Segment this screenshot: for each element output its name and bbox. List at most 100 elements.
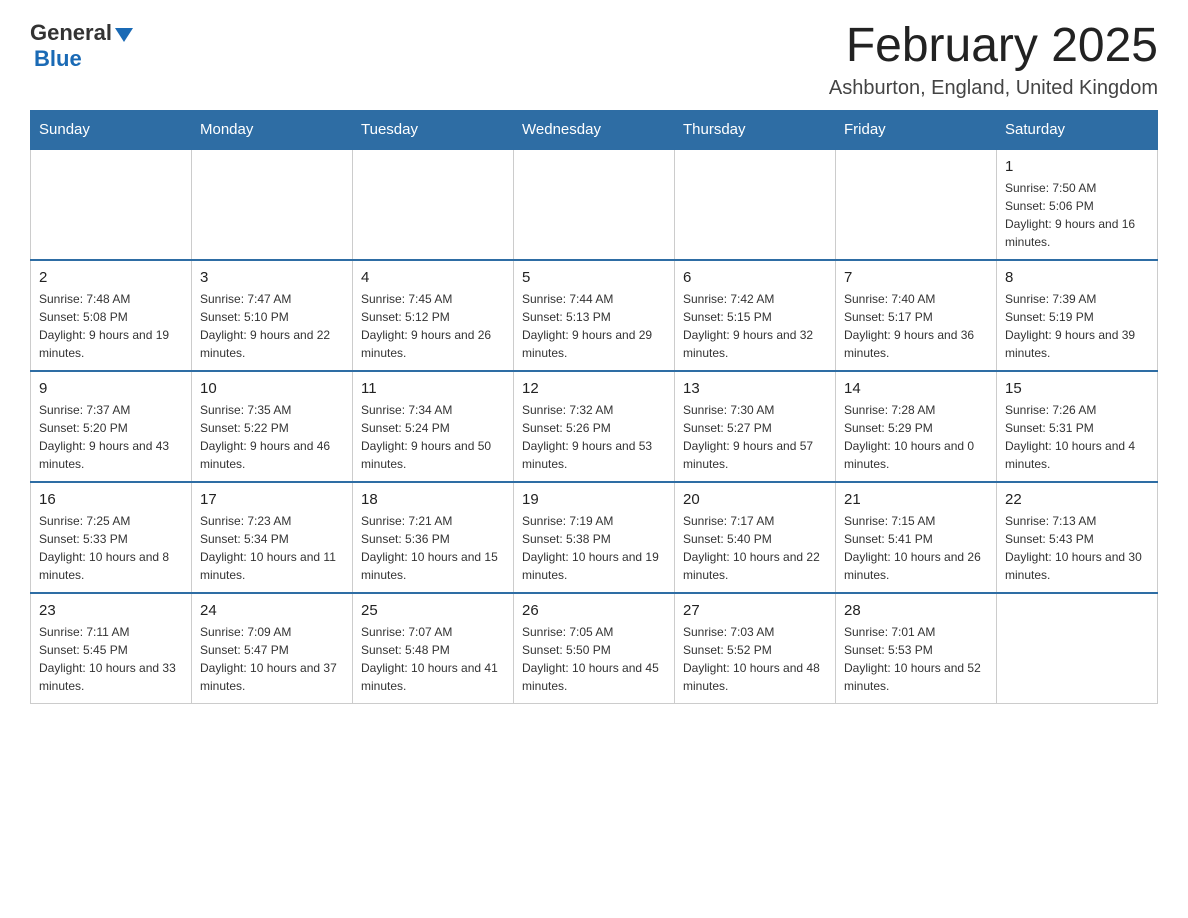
calendar-day-cell: 21 Sunrise: 7:15 AMSunset: 5:41 PMDayligh…	[836, 482, 997, 593]
day-info: Sunrise: 7:13 AMSunset: 5:43 PMDaylight:…	[1005, 512, 1149, 584]
day-number: 14	[844, 380, 988, 397]
month-title: February 2025	[829, 20, 1158, 73]
calendar-day-cell	[353, 149, 514, 260]
calendar-day-header: Monday	[192, 110, 353, 149]
day-number: 28	[844, 602, 988, 619]
calendar-day-header: Wednesday	[514, 110, 675, 149]
day-info: Sunrise: 7:11 AMSunset: 5:45 PMDaylight:…	[39, 623, 183, 695]
day-info: Sunrise: 7:25 AMSunset: 5:33 PMDaylight:…	[39, 512, 183, 584]
day-number: 12	[522, 380, 666, 397]
day-info: Sunrise: 7:50 AMSunset: 5:06 PMDaylight:…	[1005, 179, 1149, 251]
day-number: 5	[522, 269, 666, 286]
calendar-day-cell	[192, 149, 353, 260]
day-info: Sunrise: 7:15 AMSunset: 5:41 PMDaylight:…	[844, 512, 988, 584]
calendar-day-cell: 1 Sunrise: 7:50 AMSunset: 5:06 PMDaylight…	[997, 149, 1158, 260]
calendar-day-cell: 9 Sunrise: 7:37 AMSunset: 5:20 PMDaylight…	[31, 371, 192, 482]
day-info: Sunrise: 7:05 AMSunset: 5:50 PMDaylight:…	[522, 623, 666, 695]
day-number: 8	[1005, 269, 1149, 286]
day-number: 16	[39, 491, 183, 508]
day-number: 17	[200, 491, 344, 508]
day-info: Sunrise: 7:34 AMSunset: 5:24 PMDaylight:…	[361, 401, 505, 473]
location-text: Ashburton, England, United Kingdom	[829, 77, 1158, 100]
day-number: 11	[361, 380, 505, 397]
day-number: 25	[361, 602, 505, 619]
day-info: Sunrise: 7:37 AMSunset: 5:20 PMDaylight:…	[39, 401, 183, 473]
calendar-day-cell: 24Sunrise: 7:09 AMSunset: 5:47 PMDayligh…	[192, 593, 353, 704]
day-info: Sunrise: 7:39 AMSunset: 5:19 PMDaylight:…	[1005, 290, 1149, 362]
day-number: 15	[1005, 380, 1149, 397]
calendar-day-cell	[31, 149, 192, 260]
calendar-day-cell: 4Sunrise: 7:45 AMSunset: 5:12 PMDaylight…	[353, 260, 514, 371]
calendar-day-cell: 20 Sunrise: 7:17 AMSunset: 5:40 PMDayligh…	[675, 482, 836, 593]
calendar-day-cell: 18 Sunrise: 7:21 AMSunset: 5:36 PMDayligh…	[353, 482, 514, 593]
day-number: 10	[200, 380, 344, 397]
day-number: 26	[522, 602, 666, 619]
day-info: Sunrise: 7:23 AMSunset: 5:34 PMDaylight:…	[200, 512, 344, 584]
day-info: Sunrise: 7:48 AMSunset: 5:08 PMDaylight:…	[39, 290, 183, 362]
calendar-day-cell: 11 Sunrise: 7:34 AMSunset: 5:24 PMDayligh…	[353, 371, 514, 482]
calendar-day-cell: 2 Sunrise: 7:48 AMSunset: 5:08 PMDaylight…	[31, 260, 192, 371]
day-info: Sunrise: 7:01 AMSunset: 5:53 PMDaylight:…	[844, 623, 988, 695]
day-number: 19	[522, 491, 666, 508]
calendar-day-cell: 15Sunrise: 7:26 AMSunset: 5:31 PMDayligh…	[997, 371, 1158, 482]
logo-blue-text: Blue	[34, 46, 82, 72]
calendar-day-cell: 5Sunrise: 7:44 AMSunset: 5:13 PMDaylight…	[514, 260, 675, 371]
day-number: 27	[683, 602, 827, 619]
calendar-day-cell: 13Sunrise: 7:30 AMSunset: 5:27 PMDayligh…	[675, 371, 836, 482]
calendar-day-cell: 22 Sunrise: 7:13 AMSunset: 5:43 PMDayligh…	[997, 482, 1158, 593]
day-info: Sunrise: 7:07 AMSunset: 5:48 PMDaylight:…	[361, 623, 505, 695]
day-number: 20	[683, 491, 827, 508]
calendar-day-cell: 3 Sunrise: 7:47 AMSunset: 5:10 PMDaylight…	[192, 260, 353, 371]
calendar-day-cell: 25 Sunrise: 7:07 AMSunset: 5:48 PMDayligh…	[353, 593, 514, 704]
day-number: 23	[39, 602, 183, 619]
calendar-week-row: 9 Sunrise: 7:37 AMSunset: 5:20 PMDaylight…	[31, 371, 1158, 482]
calendar-day-cell: 23 Sunrise: 7:11 AMSunset: 5:45 PMDayligh…	[31, 593, 192, 704]
calendar-day-header: Thursday	[675, 110, 836, 149]
calendar-week-row: 23 Sunrise: 7:11 AMSunset: 5:45 PMDayligh…	[31, 593, 1158, 704]
day-info: Sunrise: 7:32 AMSunset: 5:26 PMDaylight:…	[522, 401, 666, 473]
calendar-day-cell	[514, 149, 675, 260]
day-number: 18	[361, 491, 505, 508]
day-number: 1	[1005, 158, 1149, 175]
day-info: Sunrise: 7:45 AMSunset: 5:12 PMDaylight:…	[361, 290, 505, 362]
day-info: Sunrise: 7:17 AMSunset: 5:40 PMDaylight:…	[683, 512, 827, 584]
day-number: 21	[844, 491, 988, 508]
calendar-header-row: SundayMondayTuesdayWednesdayThursdayFrid…	[31, 110, 1158, 149]
calendar-day-header: Sunday	[31, 110, 192, 149]
calendar-day-cell: 17 Sunrise: 7:23 AMSunset: 5:34 PMDayligh…	[192, 482, 353, 593]
day-info: Sunrise: 7:19 AMSunset: 5:38 PMDaylight:…	[522, 512, 666, 584]
calendar-week-row: 16 Sunrise: 7:25 AMSunset: 5:33 PMDayligh…	[31, 482, 1158, 593]
day-number: 2	[39, 269, 183, 286]
logo-general-text: General	[30, 20, 112, 46]
calendar-day-cell: 12 Sunrise: 7:32 AMSunset: 5:26 PMDayligh…	[514, 371, 675, 482]
calendar-day-cell: 10 Sunrise: 7:35 AMSunset: 5:22 PMDayligh…	[192, 371, 353, 482]
calendar-day-cell: 6Sunrise: 7:42 AMSunset: 5:15 PMDaylight…	[675, 260, 836, 371]
logo-triangle-icon	[115, 28, 133, 42]
day-info: Sunrise: 7:42 AMSunset: 5:15 PMDaylight:…	[683, 290, 827, 362]
day-number: 9	[39, 380, 183, 397]
calendar-week-row: 1 Sunrise: 7:50 AMSunset: 5:06 PMDaylight…	[31, 149, 1158, 260]
logo: General Blue	[30, 20, 133, 72]
day-info: Sunrise: 7:21 AMSunset: 5:36 PMDaylight:…	[361, 512, 505, 584]
calendar-day-header: Tuesday	[353, 110, 514, 149]
day-number: 22	[1005, 491, 1149, 508]
day-info: Sunrise: 7:30 AMSunset: 5:27 PMDaylight:…	[683, 401, 827, 473]
calendar-day-cell: 27 Sunrise: 7:03 AMSunset: 5:52 PMDayligh…	[675, 593, 836, 704]
day-info: Sunrise: 7:47 AMSunset: 5:10 PMDaylight:…	[200, 290, 344, 362]
calendar-day-cell: 26 Sunrise: 7:05 AMSunset: 5:50 PMDayligh…	[514, 593, 675, 704]
day-info: Sunrise: 7:03 AMSunset: 5:52 PMDaylight:…	[683, 623, 827, 695]
day-info: Sunrise: 7:09 AMSunset: 5:47 PMDaylight:…	[200, 623, 344, 695]
calendar-week-row: 2 Sunrise: 7:48 AMSunset: 5:08 PMDaylight…	[31, 260, 1158, 371]
day-info: Sunrise: 7:40 AMSunset: 5:17 PMDaylight:…	[844, 290, 988, 362]
day-info: Sunrise: 7:28 AMSunset: 5:29 PMDaylight:…	[844, 401, 988, 473]
calendar-day-cell	[997, 593, 1158, 704]
calendar-day-cell: 16 Sunrise: 7:25 AMSunset: 5:33 PMDayligh…	[31, 482, 192, 593]
day-info: Sunrise: 7:35 AMSunset: 5:22 PMDaylight:…	[200, 401, 344, 473]
calendar-day-cell: 8 Sunrise: 7:39 AMSunset: 5:19 PMDaylight…	[997, 260, 1158, 371]
calendar-day-cell: 28 Sunrise: 7:01 AMSunset: 5:53 PMDayligh…	[836, 593, 997, 704]
day-number: 3	[200, 269, 344, 286]
calendar-day-cell	[675, 149, 836, 260]
title-section: February 2025 Ashburton, England, United…	[829, 20, 1158, 100]
calendar-day-header: Friday	[836, 110, 997, 149]
page-header: General Blue February 2025 Ashburton, En…	[30, 20, 1158, 100]
